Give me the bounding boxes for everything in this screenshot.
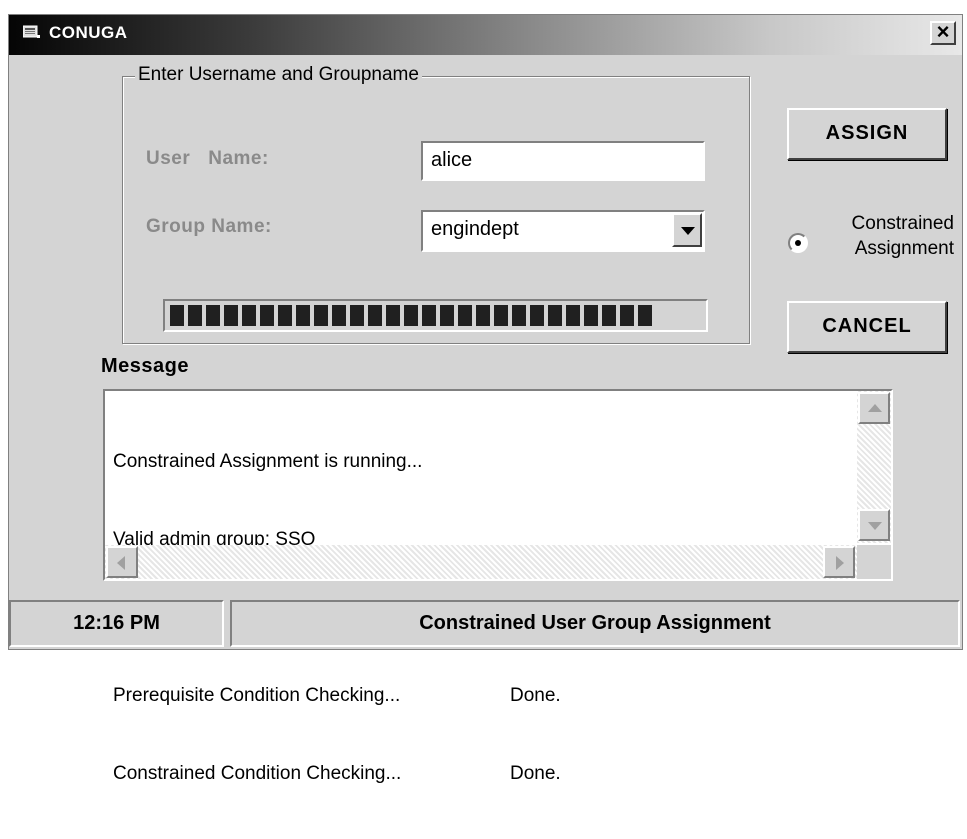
progress-block [296, 305, 310, 326]
progress-block [404, 305, 418, 326]
progress-block [584, 305, 598, 326]
user-name-label-part2: Name: [208, 148, 269, 169]
progress-block [638, 305, 652, 326]
progress-block [476, 305, 490, 326]
scroll-right-arrow-icon[interactable] [823, 546, 855, 578]
group-name-label: Group Name: [146, 216, 272, 237]
message-line: Constrained Condition Checking... Done. [113, 761, 561, 787]
progress-block [368, 305, 382, 326]
close-button[interactable]: × [930, 21, 956, 45]
horizontal-scrollbar[interactable] [105, 545, 857, 579]
progress-block [314, 305, 328, 326]
progress-block [602, 305, 616, 326]
dropdown-arrow-button[interactable] [672, 213, 702, 247]
radio-label-line2: Assignment [854, 238, 954, 259]
user-name-value: alice [431, 149, 473, 171]
progress-block [620, 305, 634, 326]
constrained-assignment-radio[interactable] [788, 233, 808, 253]
message-heading: Message [101, 355, 189, 377]
message-line-status: Done. [510, 685, 561, 706]
scroll-down-arrow-icon[interactable] [858, 509, 890, 541]
group-name-select[interactable]: engindept [421, 210, 705, 252]
credentials-groupbox: Enter Username and Groupname User Name: a… [122, 64, 750, 344]
progress-block [512, 305, 526, 326]
progress-block [332, 305, 346, 326]
progress-bar [163, 299, 708, 332]
progress-block [530, 305, 544, 326]
cancel-button[interactable]: CANCEL [787, 301, 947, 353]
progress-block [350, 305, 364, 326]
scroll-corner [857, 545, 891, 579]
message-line-text: Constrained Condition Checking... [113, 763, 402, 784]
vertical-scrollbar[interactable] [857, 391, 891, 543]
message-line-status: Done. [510, 763, 561, 784]
user-name-label: User Name: [146, 148, 269, 170]
conuga-window: CONUGA × Enter Username and Groupname Us… [8, 14, 963, 784]
progress-block [278, 305, 292, 326]
progress-block [458, 305, 472, 326]
constrained-assignment-label[interactable]: Constrained Assignment [814, 211, 954, 261]
progress-block [260, 305, 274, 326]
progress-block [206, 305, 220, 326]
progress-block [494, 305, 508, 326]
progress-block [224, 305, 238, 326]
message-line: Constrained Assignment is running... [113, 449, 422, 475]
progress-block [548, 305, 562, 326]
progress-block [242, 305, 256, 326]
group-name-value: engindept [431, 218, 519, 240]
app-icon [23, 25, 40, 38]
progress-block [170, 305, 184, 326]
scroll-up-arrow-icon[interactable] [858, 392, 890, 424]
message-line-text: Constrained Assignment is running... [113, 451, 423, 472]
title-bar[interactable]: CONUGA × [9, 15, 962, 55]
scroll-left-arrow-icon[interactable] [106, 546, 138, 578]
status-text: Constrained User Group Assignment [230, 600, 960, 647]
progress-block [188, 305, 202, 326]
user-name-input[interactable]: alice [421, 141, 705, 181]
progress-block [566, 305, 580, 326]
user-name-label-part1: User [146, 148, 191, 169]
progress-block [422, 305, 436, 326]
radio-label-line1: Constrained [851, 213, 954, 234]
message-line: Prerequisite Condition Checking... Done. [113, 683, 561, 709]
assign-button[interactable]: ASSIGN [787, 108, 947, 160]
progress-block [440, 305, 454, 326]
status-bar: 12:16 PM Constrained User Group Assignme… [9, 600, 962, 649]
message-line-text: Prerequisite Condition Checking... [113, 685, 401, 706]
close-icon: × [936, 19, 950, 44]
status-time: 12:16 PM [9, 600, 224, 647]
groupbox-legend: Enter Username and Groupname [135, 64, 422, 86]
message-textarea[interactable]: Constrained Assignment is running... Val… [103, 389, 893, 784]
progress-block [386, 305, 400, 326]
window-title: CONUGA [49, 23, 128, 42]
